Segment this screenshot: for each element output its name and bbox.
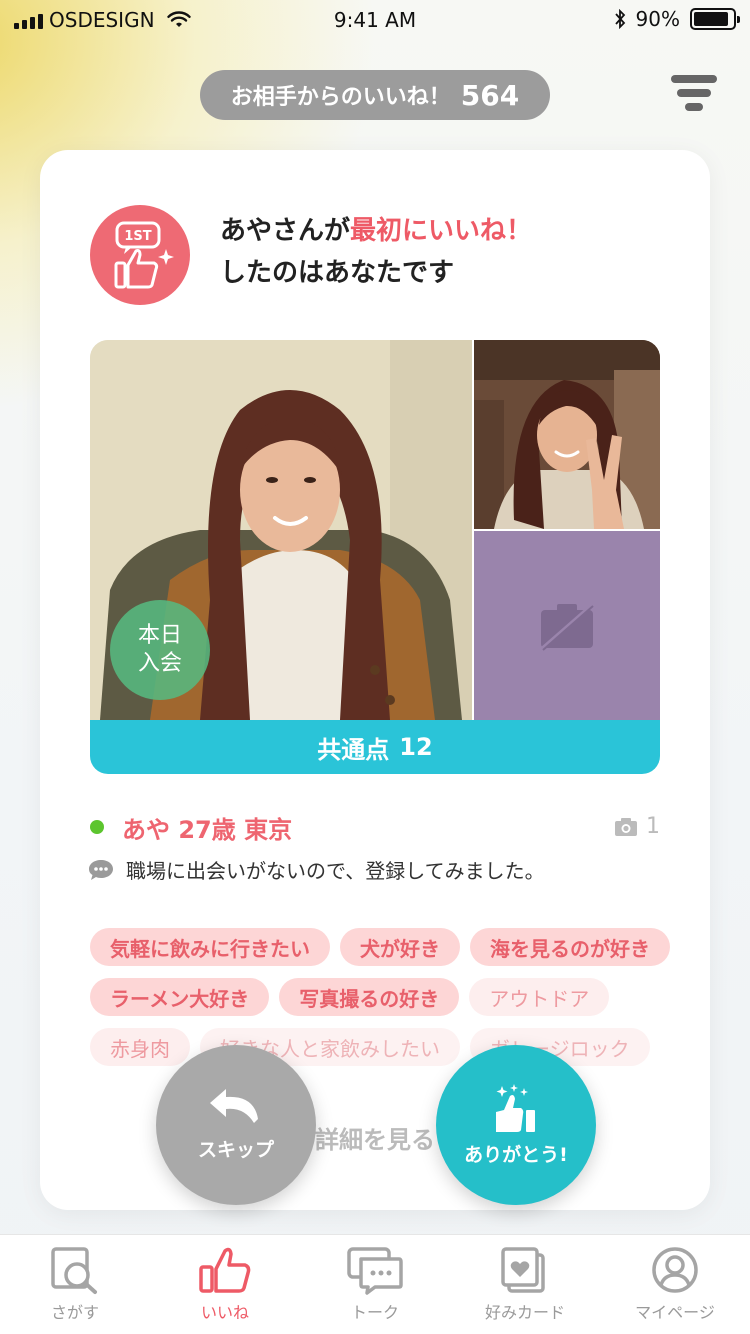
- sub-photo-1[interactable]: [474, 340, 660, 529]
- interest-tag[interactable]: 海を見るのが好き: [470, 928, 670, 966]
- profile-message-text: 職場に出会いがないので、登録してみました。: [126, 859, 545, 883]
- received-likes-pill[interactable]: お相手からのいいね！ 564: [200, 70, 550, 120]
- bluetooth-icon: [614, 9, 625, 29]
- profile-name-age-city: あや 27歳 東京: [122, 815, 293, 844]
- interest-tags: 気軽に飲みに行きたい 犬が好き 海を見るのが好き ラーメン大好き 写真撮るの好き…: [90, 928, 680, 1078]
- interest-tag[interactable]: ラーメン大好き: [90, 978, 270, 1016]
- camera-icon: [615, 817, 637, 836]
- received-likes-count: 564: [460, 78, 520, 112]
- battery-icon: [690, 8, 740, 30]
- chat-icon: [347, 1247, 403, 1295]
- first-like-message: あやさんが最初にいいね！ したのはあなたです: [220, 210, 532, 294]
- interest-tag[interactable]: 犬が好き: [340, 928, 460, 966]
- nav-label: いいね: [200, 1303, 249, 1322]
- thumbs-up-icon: [199, 1247, 251, 1293]
- tag-row: 赤身肉 好きな人と家飲みしたい ガレージロック: [90, 1028, 680, 1066]
- interest-tag[interactable]: アウトドア: [469, 978, 610, 1016]
- interest-tag[interactable]: 写真撮るの好き: [279, 978, 460, 1016]
- new-member-line1: 本日: [137, 623, 182, 648]
- heart-card-icon: [501, 1247, 545, 1293]
- nav-label: マイページ: [635, 1303, 715, 1322]
- nav-label: さがす: [50, 1303, 99, 1322]
- interest-tag[interactable]: 赤身肉: [90, 1028, 190, 1066]
- thumbs-up-sparkle-icon: [496, 1083, 535, 1132]
- skip-label: スキップ: [197, 1138, 274, 1161]
- view-details-link[interactable]: 詳細を見る: [40, 1120, 710, 1155]
- profile-message: 職場に出会いがないので、登録してみました。: [88, 855, 545, 884]
- sub-photo-placeholder[interactable]: [474, 531, 660, 720]
- nav-item-talk[interactable]: トーク: [300, 1235, 450, 1334]
- user-icon: [652, 1247, 698, 1293]
- first-like-line2: したのはあなたです: [220, 258, 455, 288]
- photo-count: 1: [614, 814, 660, 839]
- nav-item-my-page[interactable]: マイページ: [600, 1235, 750, 1334]
- skip-button[interactable]: スキップ: [156, 1045, 316, 1205]
- first-like-icon: 1ST: [114, 221, 174, 289]
- filter-icon[interactable]: [670, 75, 718, 119]
- new-member-badge: 本日 入会: [110, 600, 210, 700]
- main-photo[interactable]: 本日 入会: [90, 340, 472, 720]
- status-right: 90%: [614, 7, 740, 31]
- online-status-indicator: [90, 820, 104, 834]
- search-icon: [51, 1247, 97, 1294]
- bottom-nav: さがす いいね トーク 好みカード マイページ: [0, 1234, 750, 1334]
- first-badge-text: 1ST: [124, 229, 151, 244]
- common-points-label: 共通点: [317, 735, 390, 764]
- no-photo-icon: [541, 603, 594, 651]
- profile-summary: あや 27歳 東京 1: [90, 810, 660, 844]
- skip-arrow-icon: [210, 1088, 258, 1123]
- tag-row: ラーメン大好き 写真撮るの好き アウトドア: [90, 978, 680, 1016]
- thanks-label: ありがとう!: [464, 1143, 568, 1166]
- first-like-highlight: 最初にいいね！: [350, 216, 533, 246]
- nav-label: 好みカード: [484, 1303, 565, 1322]
- common-points-count: 12: [399, 733, 433, 761]
- profile-card[interactable]: 1ST あやさんが最初にいいね！ したのはあなたです 本日 入会 共通点 12 …: [40, 150, 710, 1210]
- nav-item-likes[interactable]: いいね: [150, 1235, 300, 1334]
- battery-percent: 90%: [635, 7, 680, 31]
- speech-bubble-icon: [89, 859, 113, 880]
- status-bar: OSDESIGN 9:41 AM 90%: [0, 0, 750, 40]
- first-like-badge: 1ST: [90, 205, 190, 305]
- interest-tag[interactable]: 気軽に飲みに行きたい: [90, 928, 330, 966]
- new-member-line2: 入会: [137, 651, 182, 676]
- nav-item-search[interactable]: さがす: [0, 1235, 150, 1334]
- photo-count-value: 1: [646, 814, 660, 839]
- photo-gallery[interactable]: 本日 入会 共通点 12: [90, 340, 660, 774]
- nav-label: トーク: [350, 1303, 399, 1322]
- nav-item-preference-cards[interactable]: 好みカード: [450, 1235, 600, 1334]
- thanks-button[interactable]: ありがとう!: [436, 1045, 596, 1205]
- tag-row: 気軽に飲みに行きたい 犬が好き 海を見るのが好き: [90, 928, 680, 966]
- received-likes-label: お相手からのいいね！: [230, 85, 451, 110]
- portrait-illustration-2: [474, 340, 660, 529]
- first-like-prefix: あやさんが: [220, 216, 351, 246]
- common-points-bar[interactable]: 共通点 12: [90, 720, 660, 774]
